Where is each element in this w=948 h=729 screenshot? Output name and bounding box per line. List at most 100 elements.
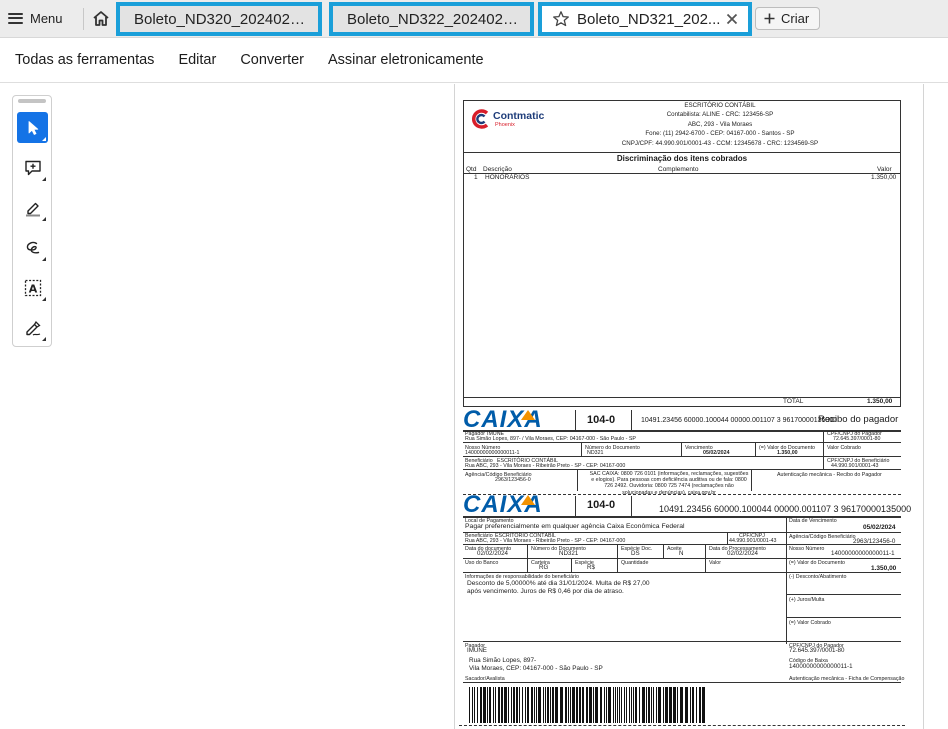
- caixa-logo: CAIXA: [463, 406, 563, 433]
- home-button[interactable]: [90, 7, 112, 29]
- select-cursor-icon: [28, 120, 38, 135]
- home-icon: [93, 10, 109, 26]
- total-value: 1.350,00: [867, 398, 893, 405]
- slip-interest-label: (+) Juros/Multa: [789, 597, 825, 603]
- slip-agency-label: Agência/Código Beneficiário: [789, 534, 856, 540]
- slip-doc-value: 1.350,00: [871, 565, 897, 572]
- total-label: TOTAL: [783, 398, 804, 405]
- divider: [751, 469, 752, 491]
- tool-highlight[interactable]: [17, 192, 48, 223]
- divider: [463, 469, 901, 470]
- tools-menubar: Todas as ferramentas Editar Converter As…: [0, 38, 948, 83]
- slip-bank-use-label: Uso do Banco: [465, 560, 499, 566]
- divider: [571, 558, 572, 572]
- toolbar-drag-handle[interactable]: [18, 99, 46, 103]
- create-button[interactable]: Criar: [755, 7, 821, 30]
- add-comment-icon: [24, 160, 41, 175]
- divider: [727, 532, 728, 544]
- slip-quantity-label: Quantidade: [621, 560, 649, 566]
- tool-sign[interactable]: [17, 312, 48, 343]
- tool-add-comment[interactable]: [17, 152, 48, 183]
- divider: [823, 456, 824, 469]
- caixa-x-icon: [521, 495, 535, 505]
- slip-discount-label: (-) Desconto/Abatimento: [789, 574, 847, 580]
- slip-doc-date: 02/02/2024: [477, 550, 508, 557]
- slip-doc-number: ND321: [559, 550, 579, 557]
- divider: [463, 544, 901, 545]
- tab-boleto-nd320[interactable]: Boleto_ND320_20240202_...: [116, 2, 322, 36]
- slip-info-line: após vencimento. Juros de R$ 0,46 por di…: [467, 588, 624, 595]
- divider: [581, 442, 582, 456]
- slip-doc-value-label: (=) Valor do Documento: [789, 560, 845, 566]
- menu-all-tools[interactable]: Todas as ferramentas: [15, 52, 154, 68]
- menu-edit[interactable]: Editar: [178, 52, 216, 68]
- divider: [755, 442, 756, 456]
- divider: [463, 641, 901, 642]
- document-viewport[interactable]: A Contmatic Phoenix ESCRITÓRIO CONTÁBIL …: [0, 84, 948, 729]
- close-icon[interactable]: [726, 13, 738, 25]
- sign-pen-icon: [25, 320, 41, 336]
- slip-charged-label: (=) Valor Cobrado: [789, 620, 831, 626]
- slip-payer-address: Rua Simão Lopes, 897-: [469, 657, 537, 664]
- slip-digitable-line: 10491.23456 60000.100044 00000.001107 3 …: [659, 504, 912, 514]
- office-line: Contabilista: ALINE - CRC: 123456-SP: [666, 111, 774, 119]
- divider: [463, 397, 901, 398]
- caixa-x-icon: [521, 410, 535, 420]
- item-qtd: 1: [474, 174, 478, 181]
- digitable-line: 10491.23456 60000.100044 00000.001107 3 …: [641, 417, 838, 424]
- menu-convert[interactable]: Converter: [240, 52, 304, 68]
- tab-boleto-nd322[interactable]: Boleto_ND322_20240202_...: [329, 2, 534, 36]
- item-value: 1.350,00: [871, 174, 897, 181]
- office-line: Fone: (11) 2942-6700 - CEP: 04167-000 - …: [645, 130, 795, 138]
- create-label: Criar: [781, 11, 810, 26]
- slip-value-label: Valor: [709, 560, 721, 566]
- slip-bank-code-value: 14000000000000011-1: [789, 663, 853, 670]
- receipt-auth-label: Autenticação mecânica - Recibo do Pagado…: [777, 472, 882, 478]
- tab-label: Boleto_ND320_20240202_...: [134, 10, 308, 28]
- slip-species: R$: [587, 564, 595, 571]
- company-logo: Contmatic Phoenix: [471, 108, 561, 132]
- divider: [631, 496, 632, 516]
- items-title: Discriminação dos itens cobrados: [616, 154, 748, 163]
- bank-code: 104-0: [587, 414, 616, 426]
- divider: [786, 594, 901, 595]
- divider: [823, 430, 824, 442]
- hamburger-icon: [8, 12, 23, 24]
- slip-due: 05/02/2024: [863, 524, 896, 531]
- tab-label: Boleto_ND321_202...: [577, 10, 721, 28]
- divider: [786, 617, 901, 618]
- divider: [631, 410, 632, 430]
- slip-wallet: RG: [539, 564, 549, 571]
- receipt-sac: SAC CAIXA: 0800 726 0101 (informações, r…: [589, 471, 749, 496]
- office-line: ABC, 293 - Vila Moraes: [687, 120, 753, 128]
- slip-payer-address: Vila Moraes, CEP: 04167-000 - São Paulo …: [469, 665, 603, 672]
- slip-place: Pagar preferencialmente em qualquer agên…: [465, 523, 685, 530]
- tab-bar: Menu Boleto_ND320_20240202_... Boleto_ND…: [0, 0, 948, 38]
- divider: [463, 572, 901, 573]
- tool-draw[interactable]: [17, 232, 48, 263]
- divider: [575, 410, 576, 430]
- divider: [463, 456, 901, 457]
- office-line: CNPJ/CPF: 44.990.901/0001-43 - CCM: 1234…: [621, 139, 819, 147]
- divider: [463, 558, 901, 559]
- contmatic-logo-icon: [471, 109, 489, 129]
- menu-esign[interactable]: Assinar eletronicamente: [328, 52, 484, 68]
- plus-icon: [764, 13, 775, 24]
- office-title: ESCRITÓRIO CONTÁBIL: [684, 102, 756, 109]
- divider: [463, 152, 901, 153]
- slip-payer-name: IMUNE: [467, 647, 487, 654]
- star-icon[interactable]: [552, 10, 570, 28]
- menu-label: Menu: [30, 10, 63, 26]
- pdf-page: Contmatic Phoenix ESCRITÓRIO CONTÁBIL Co…: [454, 84, 924, 729]
- menu-button[interactable]: Menu: [8, 6, 63, 30]
- tab-boleto-nd321[interactable]: Boleto_ND321_202...: [538, 2, 752, 36]
- caixa-logo: CAIXA: [463, 491, 563, 518]
- tool-select[interactable]: [17, 112, 48, 143]
- tool-recognize-text[interactable]: A: [17, 272, 48, 303]
- slip-info-line: Desconto de 5,00000% até dia 31/01/2024.…: [467, 580, 650, 587]
- draw-freeform-icon: [26, 241, 39, 253]
- item-description: HONORÁRIOS: [485, 174, 530, 181]
- svg-text:A: A: [28, 282, 37, 295]
- tab-label: Boleto_ND322_20240202_...: [347, 10, 520, 28]
- quick-tools-toolbar: A: [12, 95, 52, 347]
